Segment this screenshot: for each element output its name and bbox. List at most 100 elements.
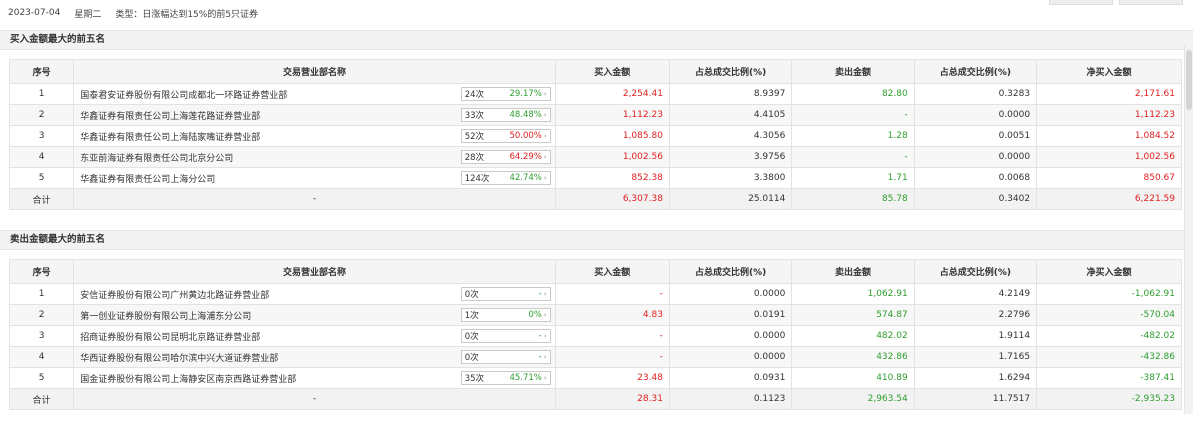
table-row[interactable]: 2 第一创业证券股份有限公司上海浦东分公司 1次 0% › 4.83 0.0191 574.8… [8, 304, 1182, 326]
column-header: 买入金额 [554, 59, 670, 84]
branch-name-wrap: 华鑫证券有限责任公司上海莲花路证券营业部 33次 48.48% › [80, 108, 551, 122]
buy-ratio: 0.0000 [668, 325, 793, 347]
branch-name-link[interactable]: 东亚前海证券有限责任公司北京分公司 [80, 151, 233, 164]
net-buy-amount: 1,084.52 [1036, 125, 1182, 147]
appearance-count: 35次 [464, 374, 485, 384]
appearance-count-badge[interactable]: 28次 64.29% › [460, 150, 551, 164]
type-label: 类型：日涨幅达到15%的前5只证券 [115, 9, 259, 20]
appearance-count: 52次 [464, 132, 485, 142]
win-rate: 45.71% [509, 373, 542, 383]
sell-amount: 1.71 [791, 167, 915, 189]
header-bar: 2023-07-04 星期二 类型：日涨幅达到15%的前5只证券 [0, 0, 1193, 26]
table-row[interactable]: 4 东亚前海证券有限责任公司北京分公司 28次 64.29% › 1,002.56 3.97… [8, 146, 1182, 168]
tab-stub[interactable] [1119, 0, 1183, 5]
appearance-count-badge[interactable]: 0次 - › [460, 287, 551, 301]
branch-name-wrap: 国泰君安证券股份有限公司成都北一环路证券营业部 24次 29.17% › [80, 87, 551, 101]
scrollbar-thumb[interactable] [1186, 50, 1192, 110]
chevron-right-icon: › [543, 153, 547, 161]
branch-name-link[interactable]: 国泰君安证券股份有限公司成都北一环路证券营业部 [80, 88, 287, 101]
table-row[interactable]: 5 华鑫证券有限责任公司上海分公司 124次 42.74% › 852.38 3.3800 1… [8, 167, 1182, 189]
table-row[interactable]: 5 国金证券股份有限公司上海静安区南京西路证券营业部 35次 45.71% › 23.48… [8, 367, 1182, 389]
chevron-right-icon: › [543, 90, 547, 98]
buy-section-title: 买入金额最大的前五名 [0, 30, 1193, 50]
appearance-count-badge[interactable]: 0次 - › [460, 329, 551, 343]
sell-ratio: 0.0000 [913, 104, 1038, 126]
win-rate: - [538, 352, 542, 362]
sell-amount: 574.87 [791, 304, 915, 326]
appearance-count-badge[interactable]: 35次 45.71% › [460, 371, 551, 385]
total-row: 合计 -6,307.38 25.0114 85.78 0.3402 6,221.59 [8, 188, 1182, 210]
branch-name-cell: 国金证券股份有限公司上海静安区南京西路证券营业部 35次 45.71% › [73, 367, 556, 389]
table-row[interactable]: 1 国泰君安证券股份有限公司成都北一环路证券营业部 24次 29.17% › 2,254.… [8, 83, 1182, 105]
column-header: 占总成交比例(%) [668, 59, 793, 84]
row-index: 4 [8, 346, 75, 368]
branch-name-cell: 第一创业证券股份有限公司上海浦东分公司 1次 0% › [73, 304, 556, 326]
buy-amount: 1,112.23 [554, 104, 670, 126]
appearance-count-badge[interactable]: 0次 - › [460, 350, 551, 364]
branch-name-link[interactable]: 招商证券股份有限公司昆明北京路证券营业部 [80, 330, 260, 343]
branch-name-link[interactable]: 第一创业证券股份有限公司上海浦东分公司 [80, 309, 251, 322]
weekday-text: 星期二 [74, 9, 102, 20]
sell-amount: - [791, 104, 915, 126]
branch-name-wrap: 安信证券股份有限公司广州黄边北路证券营业部 0次 - › [80, 287, 551, 301]
column-header: 占总成交比例(%) [668, 259, 793, 284]
column-header: 交易营业部名称 [73, 59, 556, 84]
total-net: 6,221.59 [1036, 188, 1182, 210]
chevron-right-icon: › [543, 311, 547, 319]
branch-name-link[interactable]: 华西证券股份有限公司哈尔滨中兴大道证券营业部 [80, 351, 278, 364]
table-row[interactable]: 1 安信证券股份有限公司广州黄边北路证券营业部 0次 - › -0.0000 1,062.9… [8, 283, 1182, 305]
total-buy: 6,307.38 [554, 188, 670, 210]
win-rate: 64.29% [509, 152, 542, 162]
branch-name-link[interactable]: 安信证券股份有限公司广州黄边北路证券营业部 [80, 288, 269, 301]
appearance-count-badge[interactable]: 24次 29.17% › [460, 87, 551, 101]
sell-amount: 410.89 [791, 367, 915, 389]
column-header: 占总成交比例(%) [913, 259, 1038, 284]
branch-name-cell: 安信证券股份有限公司广州黄边北路证券营业部 0次 - › [73, 283, 556, 305]
buy-amount: 2,254.41 [554, 83, 670, 105]
chevron-right-icon: › [543, 174, 547, 182]
branch-name-link[interactable]: 华鑫证券有限责任公司上海陆家嘴证券营业部 [80, 130, 260, 143]
appearance-count-badge[interactable]: 1次 0% › [460, 308, 551, 322]
row-index: 2 [8, 104, 75, 126]
buy-amount: 852.38 [554, 167, 670, 189]
branch-name-link[interactable]: 国金证券股份有限公司上海静安区南京西路证券营业部 [80, 372, 296, 385]
row-index: 4 [8, 146, 75, 168]
branch-name-link[interactable]: 华鑫证券有限责任公司上海分公司 [80, 172, 215, 185]
table-row[interactable]: 3 华鑫证券有限责任公司上海陆家嘴证券营业部 52次 50.00% › 1,085.80 4… [8, 125, 1182, 147]
win-rate-wrap: - › [539, 352, 547, 362]
row-index: 1 [8, 283, 75, 305]
buy-ratio: 8.9397 [668, 83, 793, 105]
sell-amount: 432.86 [791, 346, 915, 368]
table-row[interactable]: 3 招商证券股份有限公司昆明北京路证券营业部 0次 - › -0.0000 482.02 1.… [8, 325, 1182, 347]
tab-stub[interactable] [1049, 0, 1113, 5]
buy-ratio: 0.0000 [668, 283, 793, 305]
net-buy-amount: -570.04 [1036, 304, 1182, 326]
table-row[interactable]: 4 华西证券股份有限公司哈尔滨中兴大道证券营业部 0次 - › -0.0000 432.86… [8, 346, 1182, 368]
buy-amount: 1,085.80 [554, 125, 670, 147]
appearance-count-badge[interactable]: 52次 50.00% › [460, 129, 551, 143]
total-sell-ratio: 11.7517 [913, 388, 1038, 410]
appearance-count-badge[interactable]: 33次 48.48% › [460, 108, 551, 122]
chevron-right-icon: › [543, 111, 547, 119]
chevron-right-icon: › [543, 332, 547, 340]
total-label: 合计 [8, 388, 75, 410]
appearance-count-badge[interactable]: 124次 42.74% › [460, 171, 551, 185]
win-rate-wrap: 50.00% › [509, 131, 546, 141]
buy-amount: 1,002.56 [554, 146, 670, 168]
vertical-scrollbar[interactable] [1184, 44, 1193, 414]
buy-amount: - [554, 283, 670, 305]
table-header-row: 序号 交易营业部名称 买入金额 占总成交比例(%) 卖出金额 占总成交比例(%) 净买入金额 [8, 259, 1182, 284]
buy-ratio: 4.4105 [668, 104, 793, 126]
row-index: 5 [8, 367, 75, 389]
total-sell: 85.78 [791, 188, 915, 210]
total-buy-ratio: 0.1123 [668, 388, 793, 410]
total-buy: 28.31 [554, 388, 670, 410]
sell-ratio: 4.2149 [913, 283, 1038, 305]
branch-name-link[interactable]: 华鑫证券有限责任公司上海莲花路证券营业部 [80, 109, 260, 122]
appearance-count: 1次 [464, 311, 479, 321]
sell-amount: 1,062.91 [791, 283, 915, 305]
win-rate: 48.48% [509, 110, 542, 120]
table-row[interactable]: 2 华鑫证券有限责任公司上海莲花路证券营业部 33次 48.48% › 1,112.23 4… [8, 104, 1182, 126]
branch-name-cell: 国泰君安证券股份有限公司成都北一环路证券营业部 24次 29.17% › [73, 83, 556, 105]
branch-name-cell: 华鑫证券有限责任公司上海陆家嘴证券营业部 52次 50.00% › [73, 125, 556, 147]
